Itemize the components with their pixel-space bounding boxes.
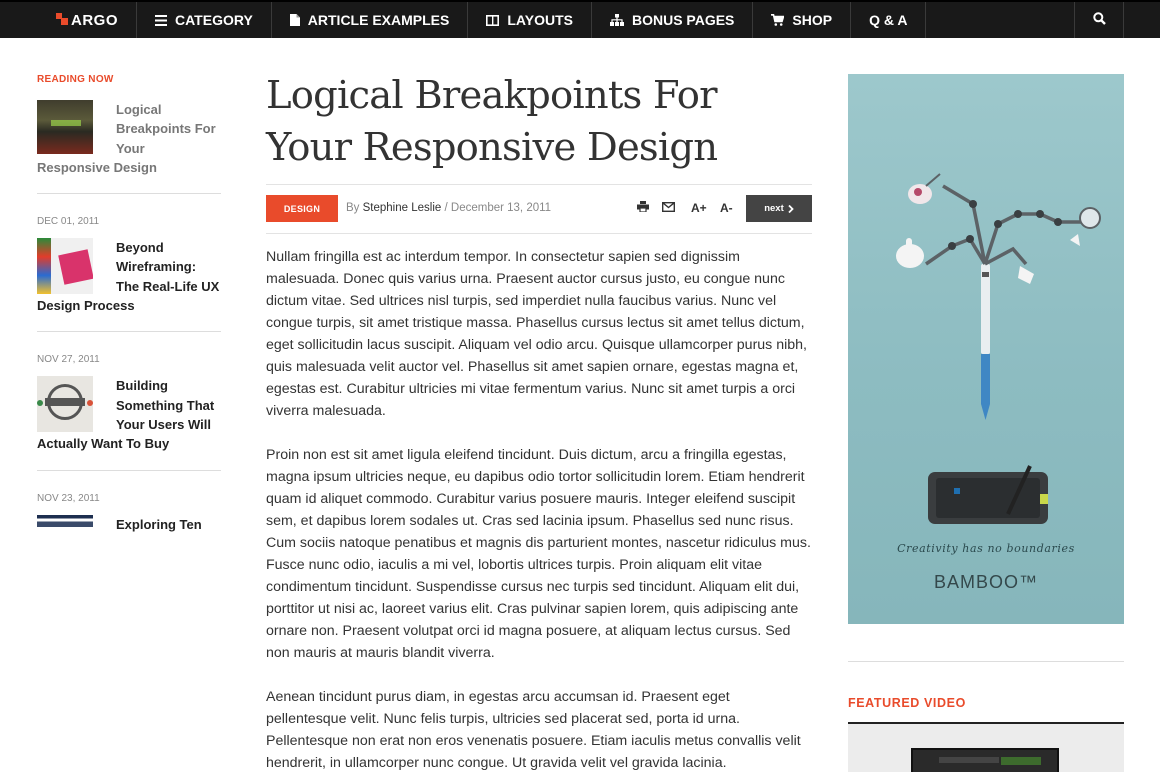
print-button[interactable] (637, 201, 649, 215)
article-thumbnail (37, 238, 93, 295)
byline: By Stephine Leslie / December 13, 2011 (346, 202, 551, 214)
sidebar-article[interactable]: Building Something That Your Users Will … (37, 376, 221, 471)
nav-item-label: BONUS PAGES (631, 12, 735, 28)
article-thumbnail (37, 514, 93, 527)
article: Logical Breakpoints For Your Responsive … (266, 70, 812, 771)
sitemap-icon (609, 14, 624, 26)
print-icon (637, 201, 649, 215)
font-increase-button[interactable]: A+ (691, 201, 707, 215)
cart-icon (771, 14, 785, 26)
advertisement-banner[interactable]: Creativity has no boundaries BAMBOO™ (848, 74, 1124, 624)
byline-separator: / (444, 202, 448, 214)
video-thumbnail (911, 748, 1059, 772)
next-label: next (764, 203, 784, 214)
document-icon (289, 14, 300, 26)
article-body: Nullam fringilla est ac interdum tempor.… (266, 246, 812, 772)
search-icon (1092, 12, 1106, 28)
top-navigation: ARGO CATEGORY ARTICLE EXAMPLES LAYOUTS B… (0, 0, 1160, 38)
chevron-right-icon (788, 204, 794, 213)
site-logo[interactable]: ARGO (0, 2, 137, 38)
search-button[interactable] (1074, 2, 1124, 38)
article-thumbnail (37, 100, 93, 154)
sidebar-article[interactable]: Exploring Ten (37, 514, 221, 550)
nav-item-label: SHOP (792, 12, 833, 28)
ad-illustration (896, 173, 1101, 524)
sidebar-article[interactable]: Beyond Wireframing: The Real-Life UX Des… (37, 238, 221, 333)
next-article-button[interactable]: next (746, 195, 812, 222)
nav-item-label: CATEGORY (175, 12, 253, 28)
nav-item-label: Q & A (869, 12, 908, 28)
nav-item-shop[interactable]: SHOP (753, 2, 852, 38)
list-icon (155, 14, 167, 26)
reading-sidebar: READING NOW Logical Breakpoints For Your… (37, 74, 221, 550)
columns-icon (486, 14, 500, 26)
featured-video-heading: FEATURED VIDEO (848, 696, 966, 710)
ad-tagline: Creativity has no boundaries (897, 542, 1075, 555)
sidebar-date: NOV 23, 2011 (37, 492, 100, 504)
nav-item-article-examples[interactable]: ARTICLE EXAMPLES (272, 2, 469, 38)
sidebar-article[interactable]: Logical Breakpoints For Your Responsive … (37, 100, 221, 195)
nav-item-category[interactable]: CATEGORY (137, 2, 272, 38)
logo-text: ARGO (71, 11, 118, 29)
author-link[interactable]: Stephine Leslie (363, 202, 442, 214)
nav-item-label: LAYOUTS (507, 12, 573, 28)
logo-mark-icon (56, 13, 68, 25)
ad-brand: BAMBOO™ (933, 572, 1038, 592)
email-button[interactable] (661, 201, 676, 215)
article-date: December 13, 2011 (450, 202, 552, 214)
envelope-icon (661, 201, 676, 215)
reading-now-heading: READING NOW (37, 74, 114, 85)
right-column-divider (848, 661, 1124, 662)
sidebar-date: DEC 01, 2011 (37, 216, 100, 228)
article-paragraph: Nullam fringilla est ac interdum tempor.… (266, 249, 807, 419)
font-decrease-button[interactable]: A- (720, 201, 733, 215)
article-paragraph: Proin non est sit amet ligula eleifend t… (266, 447, 811, 661)
article-paragraph: Aenean tincidunt purus diam, in egestas … (266, 689, 801, 771)
nav-item-layouts[interactable]: LAYOUTS (468, 2, 592, 38)
sidebar-date: NOV 27, 2011 (37, 354, 100, 366)
article-meta-bar: DESIGN By Stephine Leslie / December 13,… (266, 184, 812, 234)
nav-item-qa[interactable]: Q & A (851, 2, 927, 38)
nav-item-bonus-pages[interactable]: BONUS PAGES (592, 2, 754, 38)
article-title: Logical Breakpoints For Your Responsive … (266, 73, 718, 170)
nav-item-label: ARTICLE EXAMPLES (307, 12, 450, 28)
category-badge[interactable]: DESIGN (266, 195, 338, 222)
featured-video-player[interactable] (848, 722, 1124, 772)
article-thumbnail (37, 376, 93, 433)
byline-prefix: By (346, 202, 360, 214)
